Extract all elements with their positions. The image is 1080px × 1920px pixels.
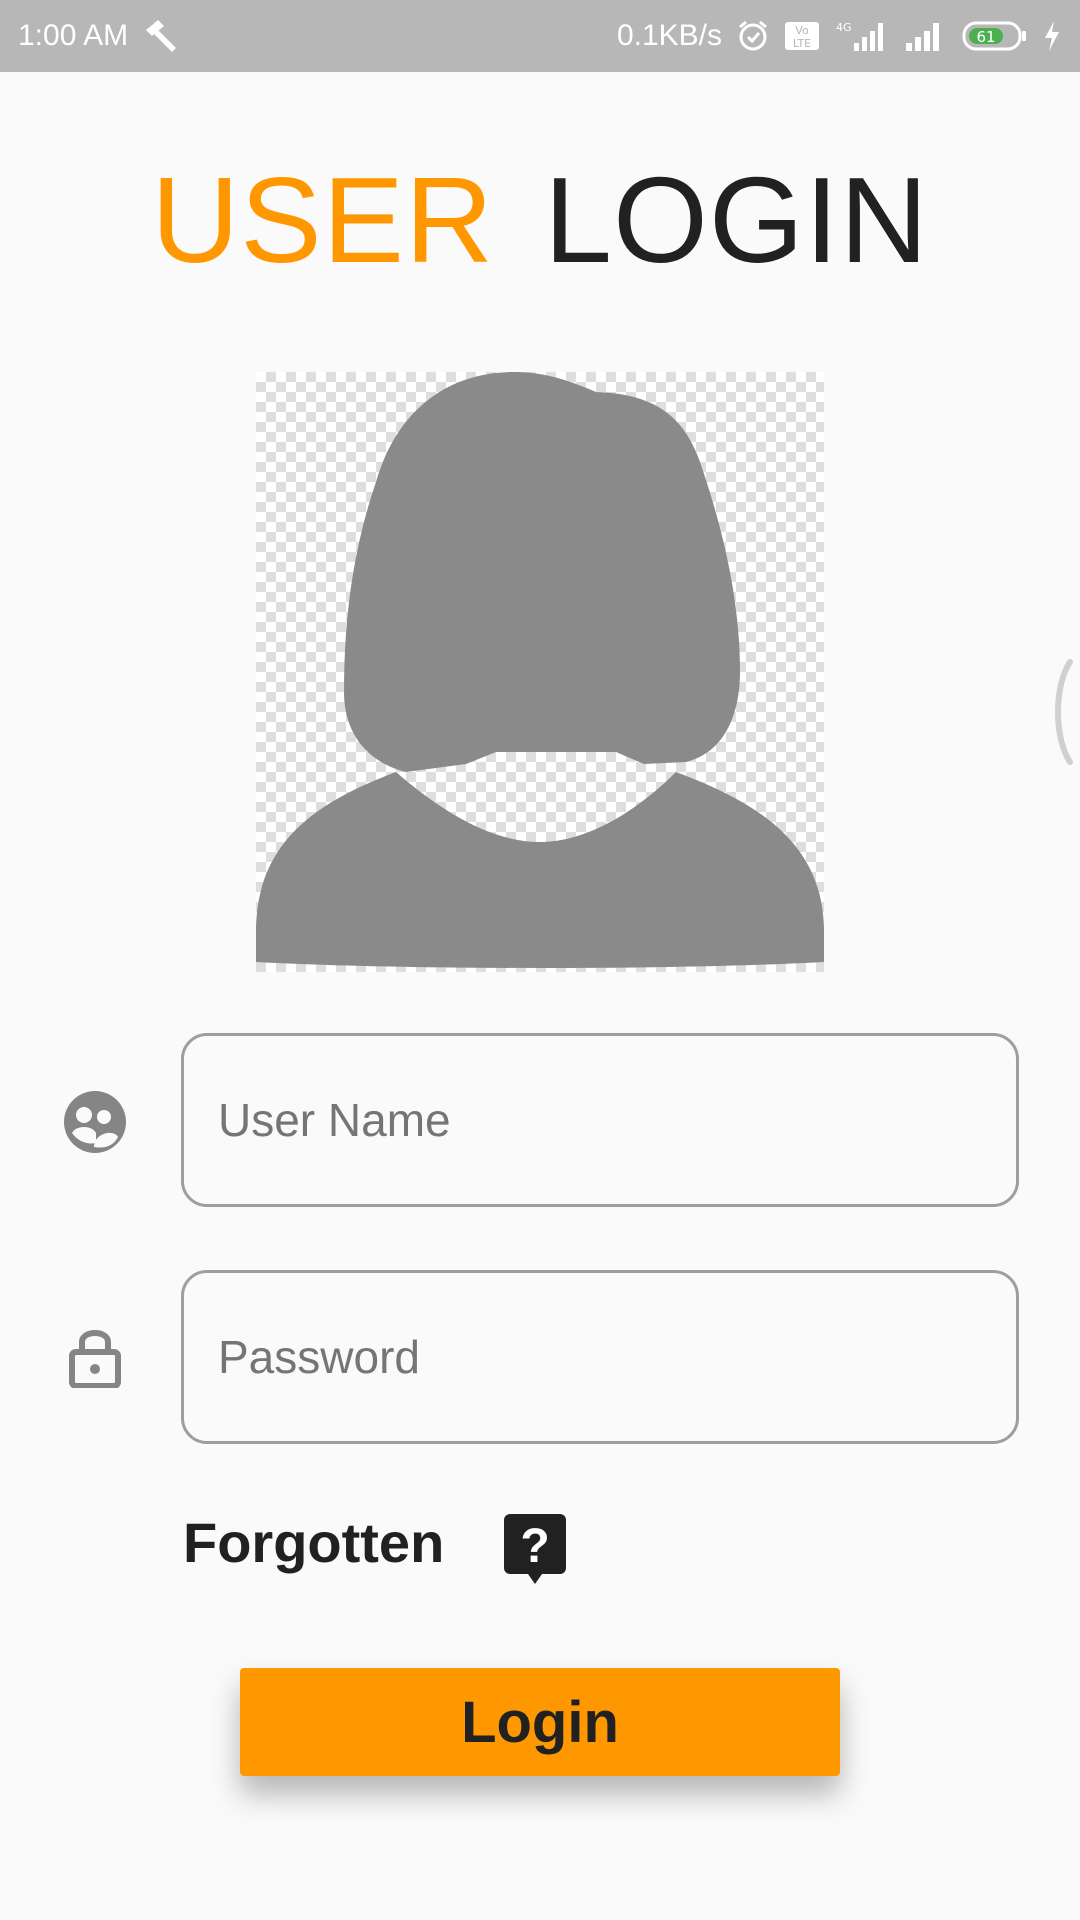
title-user: USER [151, 152, 495, 288]
broom-icon [142, 16, 182, 56]
net-speed: 0.1KB/s [616, 19, 722, 52]
lock-icon [62, 1322, 128, 1389]
signal-icon [904, 19, 948, 53]
forgotten-link[interactable]: Forgotten [183, 1510, 444, 1575]
edge-swipe-handle[interactable] [1048, 656, 1080, 768]
avatar-image [256, 372, 824, 972]
user-group-icon [62, 1089, 128, 1155]
alarm-icon [736, 19, 770, 53]
battery-level: 61 [976, 28, 995, 46]
status-bar: 1:00 AM 0.1KB/s Vo LTE 4G 61 [0, 0, 1080, 72]
username-input[interactable] [181, 1033, 1019, 1207]
svg-text:4G: 4G [836, 21, 852, 34]
help-icon[interactable]: ? [502, 1512, 568, 1588]
password-input[interactable] [181, 1270, 1019, 1444]
title-login: LOGIN [544, 152, 929, 288]
status-time: 1:00 AM [18, 19, 129, 52]
svg-text:?: ? [520, 1520, 549, 1573]
woman-silhouette-icon [256, 372, 824, 968]
volte-icon: Vo LTE [784, 21, 820, 51]
svg-text:LTE: LTE [793, 37, 811, 50]
svg-text:Vo: Vo [795, 24, 809, 37]
login-button[interactable]: Login [240, 1668, 840, 1776]
page-title: USER LOGIN [0, 150, 1080, 290]
battery-icon: 61 [962, 20, 1028, 52]
signal-4g-icon: 4G [834, 19, 890, 53]
charging-icon [1042, 19, 1062, 53]
